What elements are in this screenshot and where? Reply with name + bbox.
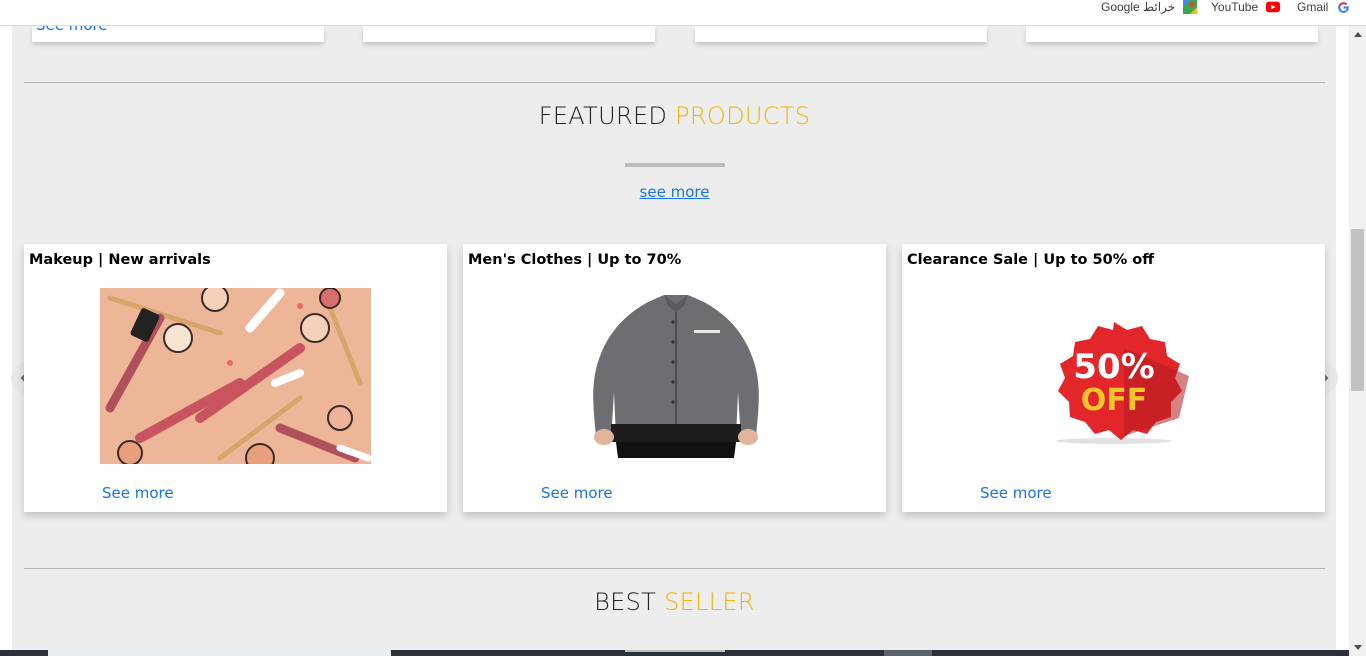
product-card: Makeup | New arrivals See more [24, 244, 447, 512]
best-seller-title: BEST SELLER [24, 588, 1325, 616]
bookmarks-bar: Gmail YouTube خرائط Google [0, 0, 1366, 26]
top-card [1026, 26, 1318, 42]
taskbar-item[interactable] [884, 650, 932, 656]
page-gutter-left [0, 26, 12, 656]
featured-see-more: see more [24, 183, 1325, 201]
top-card [695, 26, 987, 42]
card-see-more-link[interactable]: See more [102, 484, 174, 502]
section-divider [24, 82, 1325, 83]
bookmark-google-maps[interactable]: خرائط Google [1101, 0, 1198, 14]
makeup-image [100, 284, 372, 473]
badge-off-text: OFF [1081, 383, 1148, 418]
page-gutter-right [1336, 26, 1349, 656]
top-card: See more [32, 16, 324, 42]
top-card [363, 26, 655, 42]
product-card: Men's Clothes | Up to 70% See more [463, 244, 886, 512]
bookmark-gmail[interactable]: Gmail [1297, 0, 1350, 14]
product-card: Clearance Sale | Up to 50% off 50% OFF S… [902, 244, 1325, 512]
google-maps-icon [1183, 0, 1198, 14]
bookmark-label: Gmail [1297, 0, 1329, 14]
section-divider [24, 568, 1325, 569]
taskbar [0, 650, 1349, 656]
scroll-up-arrow-icon[interactable] [1349, 26, 1366, 43]
badge-percent-text: 50% [1073, 347, 1154, 387]
title-prefix: BEST [594, 588, 657, 616]
card-title: Men's Clothes | Up to 70% [468, 252, 682, 268]
featured-see-more-link[interactable]: see more [640, 183, 710, 201]
title-underline-bar [625, 163, 725, 167]
title-prefix: FEATURED [538, 102, 668, 130]
shirt-image [576, 292, 776, 462]
card-title: Makeup | New arrivals [29, 252, 211, 268]
google-icon [1336, 0, 1350, 14]
title-accent: SELLER [664, 588, 755, 616]
bookmark-youtube[interactable]: YouTube [1211, 0, 1281, 14]
title-underline-bar [625, 650, 725, 652]
youtube-icon [1266, 0, 1281, 14]
vertical-scrollbar[interactable] [1349, 26, 1366, 656]
featured-products-title: FEATURED PRODUCTS [24, 102, 1325, 130]
scrollbar-thumb[interactable] [1351, 229, 1364, 391]
title-accent: PRODUCTS [675, 102, 811, 130]
card-see-more-link[interactable]: See more [980, 484, 1052, 502]
bookmark-label: خرائط Google [1101, 0, 1176, 14]
scroll-down-arrow-icon[interactable] [1349, 639, 1366, 656]
card-see-more-link[interactable]: See more [541, 484, 613, 502]
bookmark-label: YouTube [1211, 0, 1259, 14]
taskbar-item[interactable] [48, 650, 391, 656]
sale-badge-image: 50% OFF [1029, 318, 1199, 452]
card-title: Clearance Sale | Up to 50% off [907, 252, 1154, 268]
